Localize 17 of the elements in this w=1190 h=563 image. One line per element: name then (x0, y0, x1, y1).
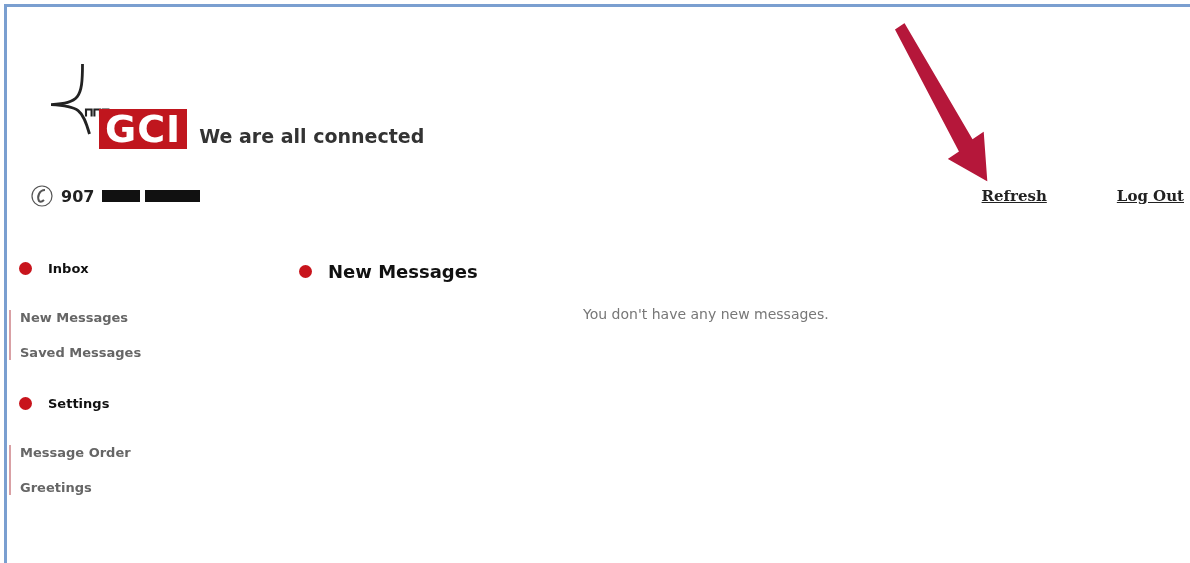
bullet-icon (19, 262, 32, 275)
sidebar-link[interactable]: Saved Messages (20, 345, 299, 360)
sidebar-link[interactable]: New Messages (20, 310, 299, 325)
logo-wordmark: GCI (99, 109, 188, 149)
section-heading: Inbox (48, 261, 89, 276)
phone-icon (31, 185, 53, 207)
tagline: We are all connected (199, 125, 425, 147)
page-heading: New Messages (328, 261, 478, 282)
empty-message: You don't have any new messages. (583, 306, 830, 322)
bullet-icon (299, 265, 312, 278)
bullet-icon (19, 397, 32, 410)
sidebar-link[interactable]: Greetings (20, 480, 299, 495)
section-heading: Settings (48, 396, 110, 411)
nav-link[interactable]: Refresh (981, 187, 1047, 205)
sidebar-link[interactable]: Message Order (20, 445, 299, 460)
phone-number: 907 (61, 186, 95, 206)
nav-link[interactable]: Log Out (1116, 187, 1184, 205)
